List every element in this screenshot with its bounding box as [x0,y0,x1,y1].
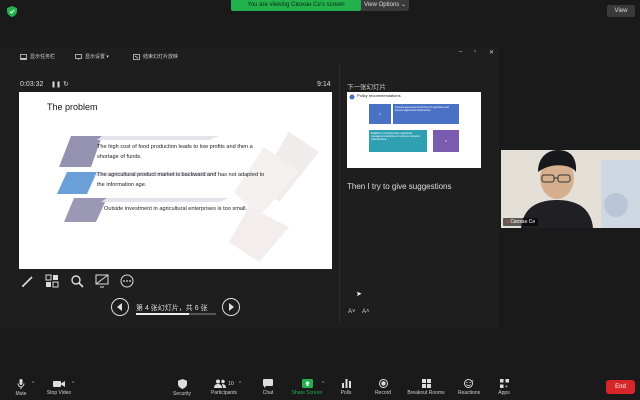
participant-video[interactable]: ● Свохан Се [501,150,640,228]
view-button[interactable]: View [607,5,635,17]
presenter-view-window: 显示任务栏 显示设置 ▾ 结束幻灯片放映 – ▫ ✕ 0:03:32 ❚❚ ↻ … [0,47,499,328]
breakout-rooms-icon [421,379,431,388]
chevron-left-icon [117,303,122,311]
shield-icon [7,6,17,17]
participants-icon [214,379,227,388]
microphone-icon [17,378,25,389]
stop-video-label: Stop Video [46,389,72,396]
pause-timer-button[interactable]: ❚❚ [51,81,61,88]
reactions-label: Reactions [457,390,481,396]
breakout-rooms-label: Breakout Rooms [407,390,445,396]
show-taskbar-button[interactable]: 显示任务栏 [20,53,55,60]
decrease-font-button[interactable]: A˅ [348,309,356,315]
slide-progress-fill [136,313,190,315]
chat-bubble-icon [263,379,273,388]
close-button[interactable]: ✕ [489,49,494,56]
thumb-box-2: 2 [433,130,459,152]
clock: 9:14 [317,81,331,88]
apps-label: Apps [498,390,510,396]
svg-text:+: + [505,384,508,388]
apps-button[interactable]: + Apps [494,375,514,400]
participants-button[interactable]: 10 Participants [208,375,240,400]
participant-name: Свохан Се [510,219,536,225]
polls-button[interactable]: Polls [336,375,356,400]
restore-button[interactable]: ▫ [474,49,476,55]
share-screen-icon [301,379,313,388]
chat-button[interactable]: Chat [258,375,278,400]
participants-count: 10 [228,380,234,387]
monitor-icon [75,53,82,60]
current-slide: The problem The high cost of food produc… [19,92,332,269]
elapsed-timer: 0:03:32 [20,81,44,88]
record-icon [378,379,388,388]
increase-font-button[interactable]: A˄ [362,309,370,315]
next-slide-thumbnail[interactable]: Policy recommendations 1 Increase govern… [347,92,481,168]
next-slide-button[interactable] [222,298,240,316]
display-settings-button[interactable]: 显示设置 ▾ [75,53,109,60]
audio-options-caret[interactable]: ^ [32,381,34,387]
security-button[interactable]: Security [168,375,196,400]
breakout-rooms-button[interactable]: Breakout Rooms [404,375,448,400]
reactions-smiley-icon: + [464,379,474,388]
slide-counter: 第 4 张幻灯片，共 6 张 [136,305,208,312]
participant-avatar [501,150,640,228]
slide-progress-bar [136,313,216,315]
reactions-button[interactable]: + Reactions [455,375,483,400]
taskbar-icon [20,53,27,60]
next-slide-title: Policy recommendations [357,93,401,98]
see-all-slides-icon[interactable] [45,274,59,288]
chat-label: Chat [262,390,274,396]
thumb-box-left: Establish a comprehensive agricultural m… [369,130,427,152]
apps-icon: + [499,379,509,388]
mute-button[interactable]: Mute [12,375,30,400]
mouse-cursor: ➤ [356,291,362,298]
minimize-button[interactable]: – [459,49,462,55]
share-options-caret[interactable]: ^ [322,381,324,387]
mic-muted-icon: ● [506,219,510,225]
mute-label: Mute [15,390,27,397]
next-slide-label: 下一张幻灯片 [347,84,386,91]
security-label: Security [172,390,192,397]
reset-timer-button[interactable]: ↻ [63,80,69,88]
participants-label: Participants [210,390,238,396]
thumb-box-1: 1 [369,104,391,124]
display-settings-label: 显示设置 ▾ [85,54,109,60]
pane-divider[interactable] [339,65,340,323]
end-show-icon [133,53,140,60]
previous-slide-button[interactable] [111,298,129,316]
video-options-caret[interactable]: ^ [72,381,74,387]
share-screen-label: Share Screen [291,390,323,396]
record-label: Record [374,390,392,396]
chevron-right-icon [229,303,234,311]
pen-icon[interactable] [21,274,35,288]
black-screen-icon[interactable] [95,274,109,288]
speaker-notes[interactable]: Then I try to give suggestions [347,182,452,191]
slide-bullet-2: The agricultural product market is backw… [97,172,265,188]
polls-chart-icon [341,379,351,388]
end-slideshow-label: 结束幻灯片放映 [143,54,179,60]
svg-text:+: + [472,379,475,383]
screen-share-banner: You are viewing Свохан Се's screen [231,0,361,11]
bullet-icon [349,94,355,100]
share-screen-button[interactable]: Share Screen [290,375,324,400]
end-meeting-button[interactable]: End [606,380,635,394]
meeting-toolbar: Mute ^ Stop Video ^ Security 10 Particip… [0,375,640,400]
more-options-icon[interactable] [120,274,134,288]
show-taskbar-label: 显示任务栏 [30,54,56,60]
slide-title: The problem [47,102,98,112]
polls-label: Polls [340,390,352,396]
security-shield-icon [177,378,187,389]
end-slideshow-button[interactable]: 结束幻灯片放映 [133,53,178,60]
participants-options-caret[interactable]: ^ [239,381,241,387]
slide-bullet-3: Outside investment in agricultural enter… [104,206,248,212]
view-options-button[interactable]: View Options ⌄ [361,0,409,11]
zoom-icon[interactable] [70,274,84,288]
participant-name-tag: ● Свохан Се [503,218,539,226]
video-camera-icon [53,380,65,387]
slide-bullet-1: The high cost of food production leads t… [97,144,253,160]
record-button[interactable]: Record [372,375,394,400]
stop-video-button[interactable]: Stop Video [44,375,74,400]
thumb-box-top: Increase government investment in agricu… [393,104,459,124]
